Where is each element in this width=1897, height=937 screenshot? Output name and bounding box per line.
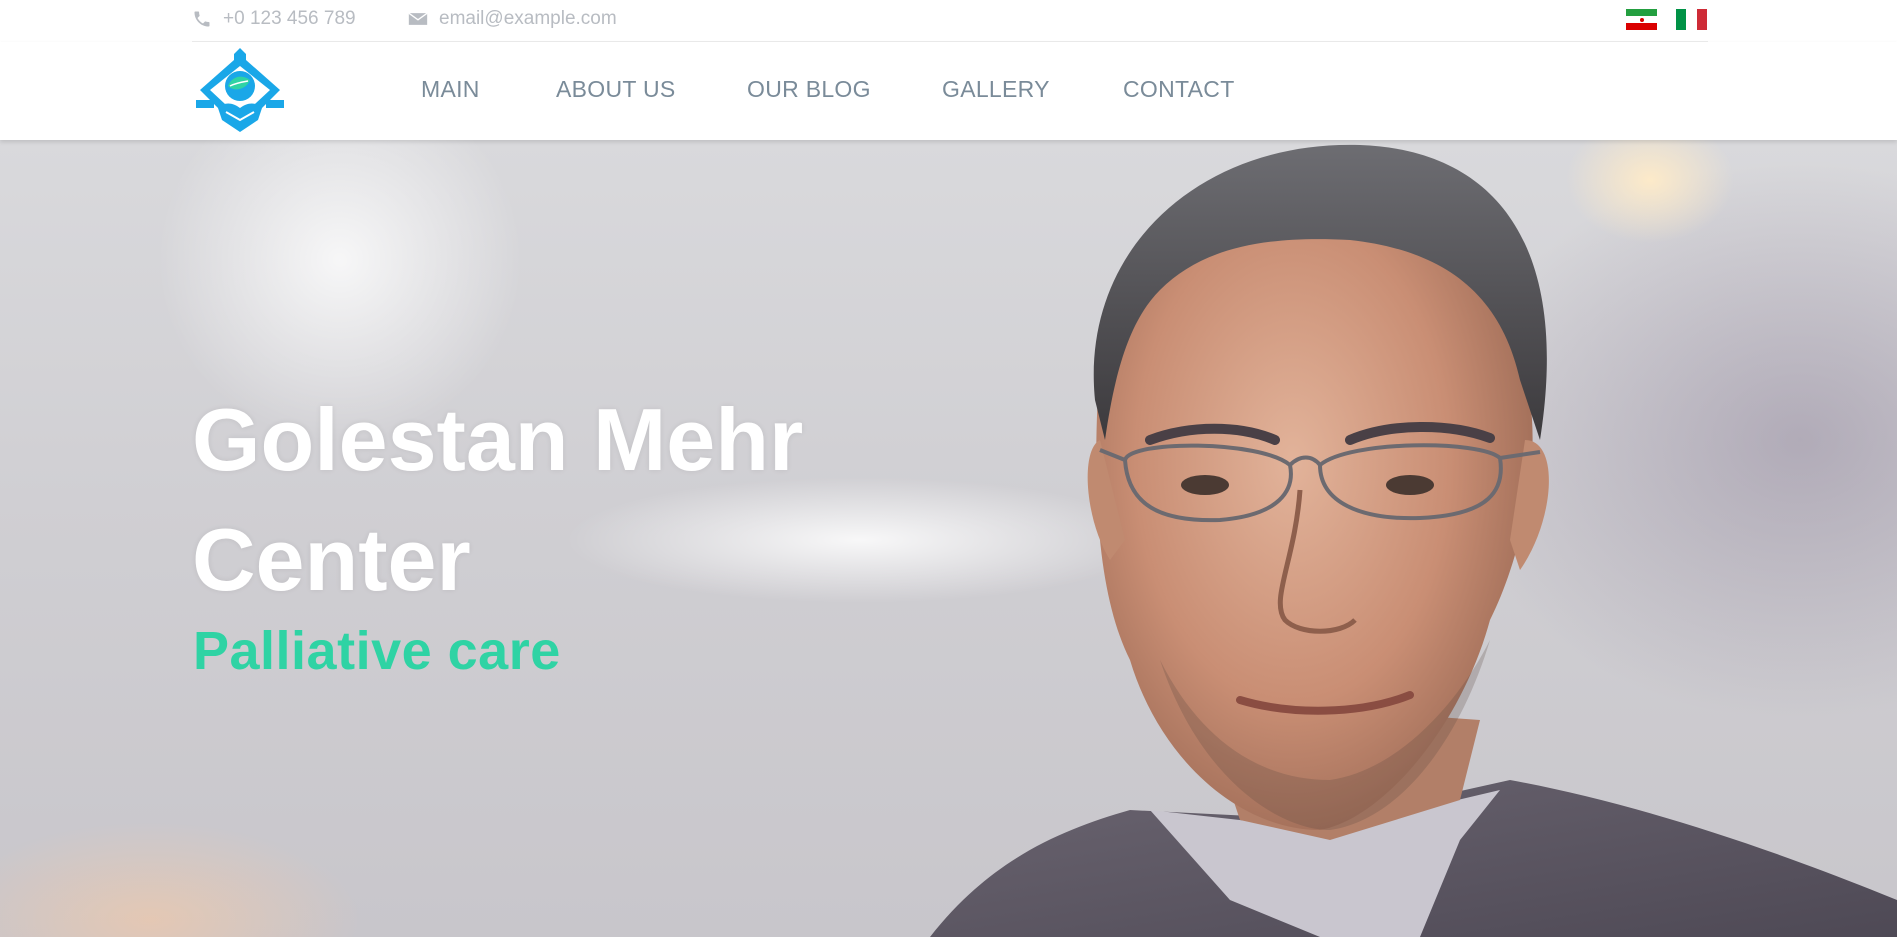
- main-navbar: MAIN ABOUT US OUR BLOG GALLERY CONTACT: [0, 42, 1897, 140]
- top-contact-bar: +0 123 456 789 email@example.com: [0, 0, 1897, 42]
- phone-icon: [192, 8, 214, 30]
- hero-title-line-2: Center: [192, 510, 471, 609]
- iran-flag-icon[interactable]: [1626, 9, 1657, 30]
- nav-item-our-blog[interactable]: OUR BLOG: [747, 76, 871, 103]
- portrait-photo: [930, 144, 1897, 937]
- italy-flag-icon[interactable]: [1676, 9, 1707, 30]
- top-contact-bar-inner: +0 123 456 789 email@example.com: [192, 0, 1708, 42]
- hero-title-line-1: Golestan Mehr: [192, 390, 804, 489]
- email-address: email@example.com: [439, 8, 617, 29]
- hero-banner: Golestan Mehr Center Palliative care: [0, 140, 1897, 937]
- nav-item-contact[interactable]: CONTACT: [1123, 76, 1235, 103]
- hero-subtitle: Palliative care: [193, 621, 561, 681]
- nav-item-main[interactable]: MAIN: [421, 76, 480, 103]
- nav-item-about-us[interactable]: ABOUT US: [556, 76, 676, 103]
- email-contact[interactable]: email@example.com: [408, 7, 617, 31]
- envelope-icon: [408, 8, 430, 30]
- phone-contact[interactable]: +0 123 456 789: [192, 7, 356, 31]
- phone-number: +0 123 456 789: [223, 8, 356, 29]
- golestan-mehr-logo-icon[interactable]: [192, 46, 288, 136]
- hero-title: Golestan Mehr Center: [192, 380, 892, 620]
- nav-item-gallery[interactable]: GALLERY: [942, 76, 1050, 103]
